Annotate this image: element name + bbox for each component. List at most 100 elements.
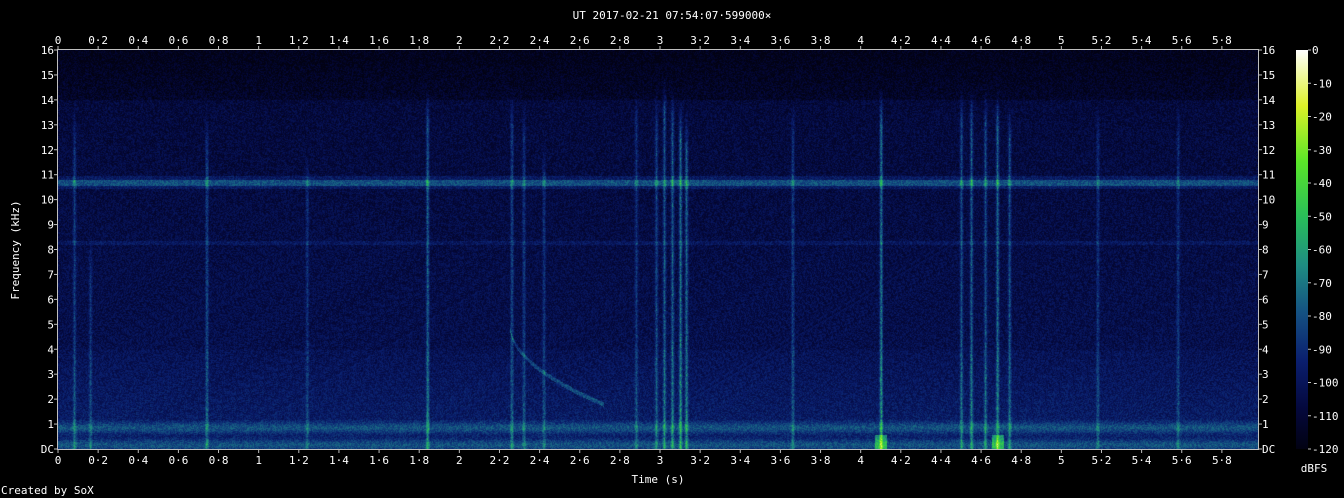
x-tick-label-top: 4·6 [971,34,991,47]
x-tick-label-bottom: 2·6 [570,454,590,467]
x-tick-label-bottom: 3·6 [770,454,790,467]
colorbar-tick-label: -20 [1312,111,1332,124]
x-tick-label-bottom: 5·4 [1132,454,1152,467]
y-tick-label-left: 7 [47,268,54,281]
x-tick-label-top: 0·2 [88,34,108,47]
y-tick-label-right: 10 [1262,194,1275,207]
y-tick-label-left: 11 [41,169,54,182]
spectrogram-figure: UT 2017-02-21 07:54:07·599000× Time (s) … [0,0,1344,498]
x-tick-label-top: 3·8 [811,34,831,47]
colorbar-tick-label: -110 [1312,410,1339,423]
colorbar-tick-label: -90 [1312,343,1332,356]
x-tick-label-top: 2·8 [610,34,630,47]
x-tick-label-bottom: 4·2 [891,454,911,467]
x-tick-label-top: 5·4 [1132,34,1152,47]
chart-title: UT 2017-02-21 07:54:07·599000× [573,9,772,22]
y-tick-label-right: 15 [1262,69,1275,82]
x-tick-label-top: 1 [255,34,262,47]
x-tick-label-top: 2·4 [530,34,550,47]
x-tick-label-top: 2 [456,34,463,47]
x-tick-label-bottom: 1·4 [329,454,349,467]
y-tick-label-right: 12 [1262,144,1275,157]
x-tick-label-bottom: 5·8 [1212,454,1232,467]
spectrogram-svg: UT 2017-02-21 07:54:07·599000× Time (s) … [1,9,1339,497]
y-tick-label-left: 6 [47,293,54,306]
x-tick-label-top: 0·4 [128,34,148,47]
y-tick-label-left: 1 [47,418,54,431]
colorbar-gradient [1296,50,1308,449]
x-tick-label-top: 2·2 [490,34,510,47]
y-tick-label-left: 10 [41,194,54,207]
colorbar-tick-label: -40 [1312,177,1332,190]
x-tick-label-bottom: 1·8 [409,454,429,467]
x-tick-label-bottom: 0·6 [168,454,188,467]
x-tick-label-bottom: 0 [55,454,62,467]
x-tick-label-bottom: 4·4 [931,454,951,467]
x-tick-label-bottom: 0·8 [209,454,229,467]
y-axis-label: Frequency (kHz) [9,200,22,299]
x-tick-label-top: 0·6 [168,34,188,47]
x-tick-label-top: 0·8 [209,34,229,47]
colorbar-tick-label: -120 [1312,443,1339,456]
x-tick-label-top: 5·6 [1172,34,1192,47]
x-tick-label-bottom: 2·8 [610,454,630,467]
y-tick-label-left: 5 [47,318,54,331]
y-tick-label-left: 16 [41,44,54,57]
x-tick-label-top: 4·8 [1011,34,1031,47]
y-tick-label-left: 13 [41,119,54,132]
y-tick-label-left: DC [41,443,54,456]
x-tick-label-bottom: 2 [456,454,463,467]
x-tick-label-top: 5·2 [1092,34,1112,47]
y-tick-label-right: 11 [1262,169,1275,182]
x-tick-label-top: 3·6 [770,34,790,47]
y-tick-label-right: 4 [1262,343,1269,356]
y-tick-label-right: 8 [1262,244,1269,257]
x-tick-label-bottom: 5 [1058,454,1065,467]
x-tick-label-bottom: 3 [657,454,664,467]
y-tick-label-left: 15 [41,69,54,82]
x-tick-label-top: 4 [857,34,864,47]
y-tick-label-left: 14 [41,94,55,107]
x-tick-label-top: 3·2 [690,34,710,47]
colorbar-tick-label: -10 [1312,77,1332,90]
x-tick-label-bottom: 5·2 [1092,454,1112,467]
colorbar-tick-label: -100 [1312,377,1339,390]
colorbar: 0 -10 -20 -30 -40 -50 -60 -70 -80 -90 -100 -110 -120 [1296,44,1339,456]
y-tick-label-right: 3 [1262,368,1269,381]
x-tick-label-bottom: 1 [255,454,262,467]
y-tick-label-right: DC [1262,443,1275,456]
x-tick-label-top: 4·2 [891,34,911,47]
colorbar-label: dBFS [1301,462,1328,475]
y-tick-label-right: 6 [1262,293,1269,306]
y-tick-label-left: 2 [47,393,54,406]
x-tick-label-bottom: 2·2 [490,454,510,467]
x-tick-label-bottom: 3·4 [730,454,750,467]
x-tick-label-top: 0 [55,34,62,47]
x-tick-label-top: 1·6 [369,34,389,47]
plot-area [58,50,1258,449]
x-tick-label-bottom: 4 [857,454,864,467]
colorbar-tick-label: -70 [1312,277,1332,290]
x-tick-label-bottom: 4·8 [1011,454,1031,467]
x-tick-label-bottom: 0·4 [128,454,148,467]
colorbar-tick-label: -80 [1312,310,1332,323]
x-tick-label-bottom: 1·2 [289,454,309,467]
x-tick-label-top: 1·2 [289,34,309,47]
x-tick-label-top: 1·8 [409,34,429,47]
x-tick-label-top: 1·4 [329,34,349,47]
colorbar-tick-label: -50 [1312,210,1332,223]
credit-text: Created by SoX [1,484,94,497]
y-tick-label-right: 16 [1262,44,1275,57]
y-tick-label-right: 2 [1262,393,1269,406]
y-tick-label-right: 1 [1262,418,1269,431]
spectrogram-image [58,50,1258,449]
x-tick-label-bottom: 2·4 [530,454,550,467]
x-tick-label-bottom: 3·2 [690,454,710,467]
x-tick-label-top: 3 [657,34,664,47]
x-tick-label-top: 2·6 [570,34,590,47]
y-tick-label-right: 9 [1262,219,1269,232]
y-tick-label-right: 13 [1262,119,1275,132]
y-tick-label-right: 14 [1262,94,1276,107]
x-tick-label-top: 4·4 [931,34,951,47]
y-tick-label-right: 7 [1262,268,1269,281]
